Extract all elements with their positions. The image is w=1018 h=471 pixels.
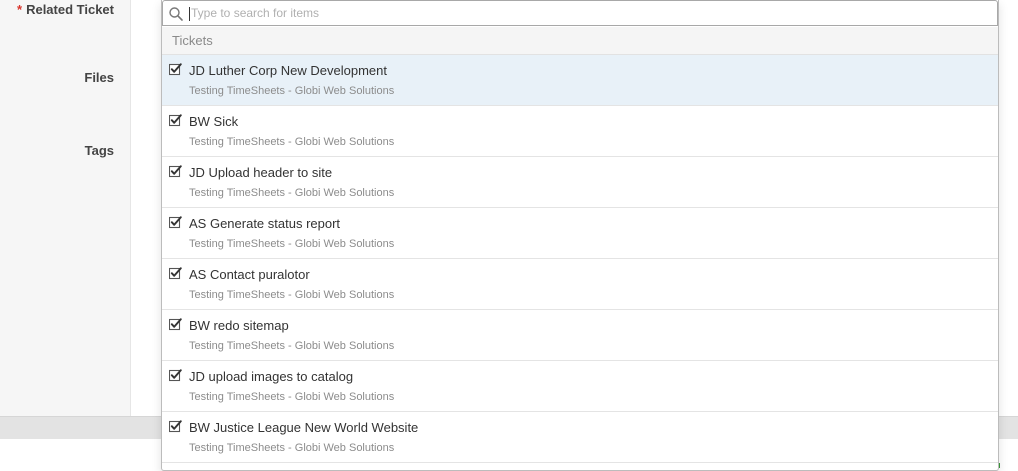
item-subtitle: Testing TimeSheets - Globi Web Solutions	[189, 340, 395, 352]
ticket-list: JD Luther Corp New Development Testing Ti…	[162, 55, 998, 463]
item-title: AS Generate status report	[189, 216, 341, 231]
item-subtitle: Testing TimeSheets - Globi Web Solutions	[189, 187, 395, 199]
item-subtitle: Testing TimeSheets - Globi Web Solutions	[189, 289, 395, 301]
search-input[interactable]	[191, 3, 981, 23]
list-item[interactable]: BW redo sitemap Testing TimeSheets - Glob…	[162, 310, 998, 361]
checkbox-checked-icon[interactable]	[169, 165, 182, 178]
checkbox-checked-icon[interactable]	[169, 420, 182, 433]
list-item[interactable]: JD Luther Corp New Development Testing Ti…	[162, 55, 998, 106]
checkbox-checked-icon[interactable]	[169, 267, 182, 280]
files-label: Files	[84, 70, 114, 85]
tags-label: Tags	[84, 143, 114, 158]
list-item[interactable]: BW Justice League New World Website Testi…	[162, 412, 998, 463]
related-ticket-label-text: Related Ticket	[26, 2, 114, 17]
item-title: AS Contact puralotor	[189, 267, 310, 282]
checkbox-checked-icon[interactable]	[169, 114, 182, 127]
item-title: BW redo sitemap	[189, 318, 289, 333]
item-title: BW Sick	[189, 114, 239, 129]
checkbox-checked-icon[interactable]	[169, 318, 182, 331]
item-title: JD upload images to catalog	[189, 369, 354, 384]
checkbox-checked-icon[interactable]	[169, 369, 182, 382]
item-subtitle: Testing TimeSheets - Globi Web Solutions	[189, 238, 395, 250]
related-ticket-dropdown: Tickets JD Luther Corp New Development Te…	[161, 0, 999, 471]
item-subtitle: Testing TimeSheets - Globi Web Solutions	[189, 442, 395, 454]
checkbox-checked-icon[interactable]	[169, 216, 182, 229]
list-item[interactable]: JD upload images to catalog Testing TimeS…	[162, 361, 998, 412]
item-title: JD Luther Corp New Development	[189, 63, 387, 78]
item-subtitle: Testing TimeSheets - Globi Web Solutions	[189, 136, 395, 148]
list-item[interactable]: AS Contact puralotor Testing TimeSheets -…	[162, 259, 998, 310]
text-cursor	[189, 7, 190, 21]
list-item[interactable]: JD Upload header to site Testing TimeShee…	[162, 157, 998, 208]
item-subtitle: Testing TimeSheets - Globi Web Solutions	[189, 85, 395, 97]
item-title: BW Justice League New World Website	[189, 420, 419, 435]
group-header-tickets: Tickets	[162, 27, 998, 55]
form-label-column: * Related Ticket Files Tags	[0, 0, 131, 416]
search-icon	[169, 7, 183, 21]
item-title: JD Upload header to site	[189, 165, 333, 180]
required-marker: *	[17, 2, 23, 17]
list-item[interactable]: AS Generate status report Testing TimeShe…	[162, 208, 998, 259]
list-item[interactable]: BW Sick Testing TimeSheets - Globi Web So…	[162, 106, 998, 157]
checkbox-checked-icon[interactable]	[169, 63, 182, 76]
related-ticket-label: * Related Ticket	[17, 2, 114, 17]
search-box[interactable]	[162, 0, 998, 26]
item-subtitle: Testing TimeSheets - Globi Web Solutions	[189, 391, 395, 403]
